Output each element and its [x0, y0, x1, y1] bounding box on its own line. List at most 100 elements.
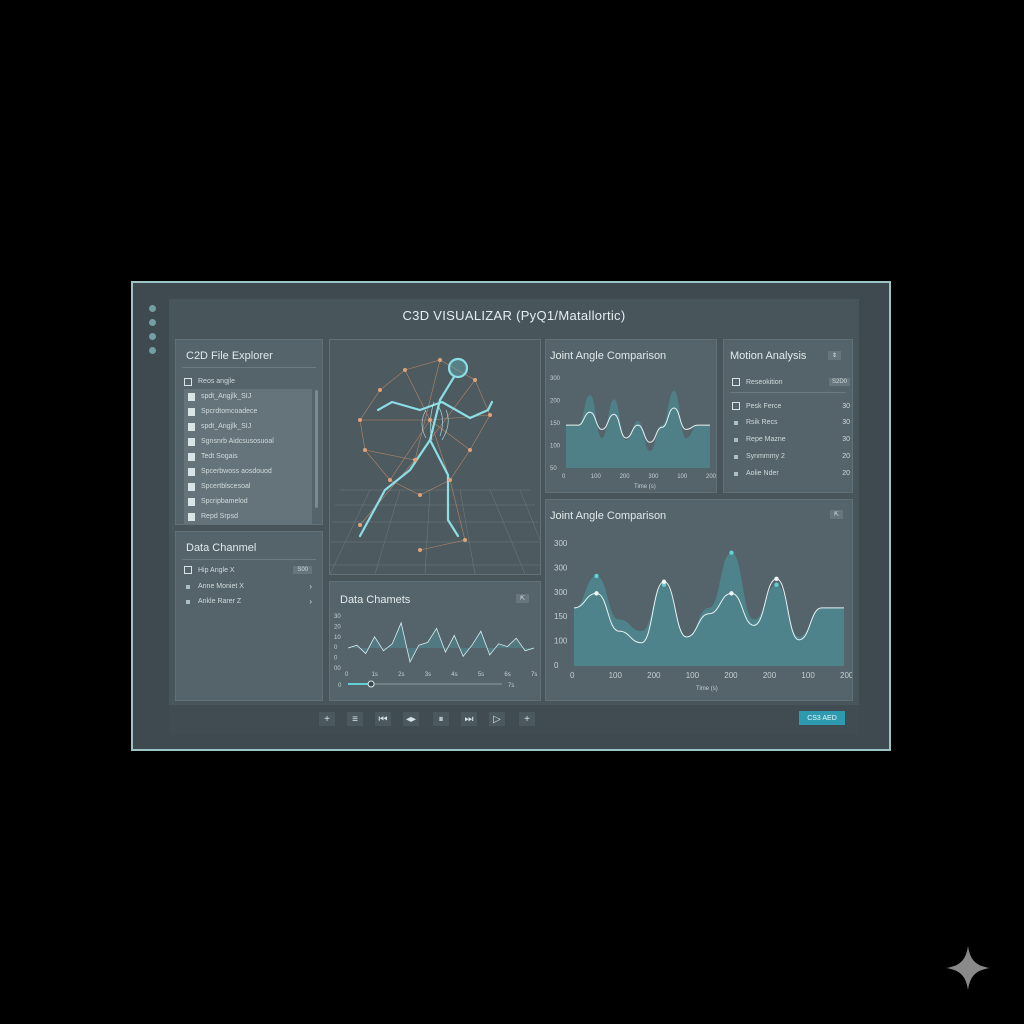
motion-row[interactable]: Repe Mazne 30	[732, 436, 850, 443]
motion-row[interactable]: Aolie Nder 20	[732, 470, 850, 477]
motion-row[interactable]: Reseokition S2D0	[732, 378, 850, 386]
y-tick-label: 300	[550, 376, 561, 382]
file-icon	[188, 497, 195, 506]
checkbox-icon[interactable]	[184, 377, 192, 386]
file-row[interactable]: Reos angjle	[184, 374, 312, 389]
playback-control-bar: + ≡ ⏮ ◂▸ ⏸ ⏭ ▷ + CS3 AED	[169, 705, 859, 735]
motion-value: 30	[842, 419, 850, 426]
peak-marker	[594, 591, 599, 596]
data-channels-chart: 3020100000 0 1s 2s 3s 4s 5s 6s 7s 0 7s	[334, 614, 537, 689]
motion-analysis-title: Motion Analysis	[730, 350, 807, 362]
window-dot-icon[interactable]	[149, 333, 156, 340]
x-tick-label: 200	[620, 474, 631, 480]
peak-marker	[594, 573, 599, 579]
file-row[interactable]: Spcrdtomcoadece	[184, 404, 312, 419]
file-icon	[188, 452, 195, 461]
y-tick-label: 300	[554, 588, 568, 597]
file-row[interactable]: Sgnsnrb Aidcsusosuoal	[184, 434, 312, 449]
chevron-right-icon[interactable]: ›	[309, 597, 312, 606]
file-list-scrollbar[interactable]	[315, 390, 318, 508]
file-label: Spcerbwoss aosdouod	[201, 468, 272, 475]
motion-value: S2D0	[828, 378, 850, 386]
file-row[interactable]: spdt_Angjlk_SIJ	[184, 389, 312, 404]
file-icon	[188, 407, 195, 416]
add-icon[interactable]: +	[319, 712, 335, 726]
joint-angle-large-panel: Joint Angle Comparison ⇱ 300 300 300 150 100…	[545, 499, 853, 701]
motion-value: 30	[842, 436, 850, 443]
file-label: Sgnsnrb Aidcsusosuoal	[201, 438, 274, 445]
motion-label: Pesk Ferce	[746, 402, 782, 410]
menu-icon[interactable]: ≡	[347, 712, 363, 726]
y-tick-label: 30	[334, 614, 341, 620]
file-icon	[188, 422, 195, 431]
y-tick-label: 150	[554, 612, 568, 621]
sort-icon[interactable]: ⇕	[828, 351, 842, 360]
file-label: Spcrdtomcoadece	[201, 408, 258, 415]
channel-row[interactable]: Ankle Rarer Z ›	[184, 597, 312, 606]
chevron-right-icon[interactable]: ›	[309, 582, 312, 591]
channel-row[interactable]: Hip Angle X S00	[184, 566, 312, 574]
motion-row[interactable]: Rsik Recs 30	[732, 419, 850, 426]
window-dot-icon[interactable]	[149, 319, 156, 326]
playback-end: 7s	[508, 683, 514, 689]
motion-label: Aolie Nder	[746, 470, 779, 477]
series-area	[348, 622, 534, 662]
skip-back-icon[interactable]: ⏮	[375, 712, 391, 726]
series-area	[574, 552, 844, 666]
checkbox-icon[interactable]	[184, 566, 192, 574]
file-explorer-panel: C2D File Explorer Reos angjle spdt_Angjlk…	[175, 339, 323, 525]
x-tick-label: 5s	[478, 672, 484, 678]
checkbox-icon[interactable]	[732, 402, 740, 410]
file-row[interactable]: spdt_Angjlk_SIJ	[184, 419, 312, 434]
x-tick-label: 100	[609, 671, 623, 680]
motion-value: 20	[842, 453, 850, 460]
x-tick-label: 200	[763, 671, 777, 680]
playback-handle-icon[interactable]	[367, 680, 375, 688]
y-tick-label: 20	[334, 624, 341, 630]
divider	[182, 559, 316, 560]
pause-icon[interactable]: ⏸	[433, 712, 449, 726]
file-label: Repd Srpsd	[201, 513, 238, 520]
window-dot-icon[interactable]	[149, 305, 156, 312]
file-row[interactable]: Tedt Sogais	[184, 449, 312, 464]
file-row[interactable]: Spcripbamelod	[184, 494, 312, 509]
motion-row[interactable]: Synmmmy 2 20	[732, 453, 850, 460]
x-tick-label: 200	[647, 671, 661, 680]
data-channels-chart-panel: Data Chamets ⇱ 30 20 10 0 0 00 0 1s 2s 3s 4s 5s 6s 7…	[329, 581, 541, 701]
peak-marker	[774, 576, 779, 582]
skeleton-viewport[interactable]	[329, 339, 541, 575]
file-explorer-title: C2D File Explorer	[186, 350, 273, 362]
export-button[interactable]: CS3 AED	[799, 711, 845, 725]
x-tick-label: 200	[724, 671, 738, 680]
file-row[interactable]: Spcerbwoss aosdouod	[184, 464, 312, 479]
divider	[730, 392, 846, 393]
checkbox-icon[interactable]	[732, 378, 740, 386]
channel-label: Hip Angle X	[198, 566, 235, 574]
joint-angle-large-chart: 3003003001501000 0 100 200 100 200 200 100 200 …	[554, 539, 852, 692]
window-dots	[149, 305, 159, 361]
file-label: spdt_Angjlk_SIJ	[201, 393, 252, 400]
step-icon[interactable]: ◂▸	[403, 712, 419, 726]
joint-angle-small-chart: 300 200 150 100 50 0 100 200 300 100 200 Time (s)	[550, 376, 716, 490]
bullet-icon	[734, 471, 738, 476]
file-label: Spcripbamelod	[201, 498, 248, 505]
x-tick-label: 0	[345, 672, 349, 678]
x-tick-label: 300	[648, 474, 659, 480]
motion-row[interactable]: Pesk Ferce 30	[732, 402, 850, 410]
skip-forward-icon[interactable]: ⏭	[461, 712, 477, 726]
file-row[interactable]: Spcertblscesoal	[184, 479, 312, 494]
window-dot-icon[interactable]	[149, 347, 156, 354]
play-icon[interactable]: ▷	[489, 712, 505, 726]
channel-row[interactable]: Anne Moniet X ›	[184, 582, 312, 591]
file-icon	[188, 512, 195, 521]
file-row[interactable]: Repd Srpsd	[184, 509, 312, 524]
peak-marker	[661, 579, 667, 584]
channel-label: Ankle Rarer Z	[198, 598, 242, 605]
divider	[182, 367, 316, 368]
motion-label: Synmmmy 2	[746, 453, 785, 460]
file-label: spdt_Angjlk_SIJ	[201, 423, 252, 430]
x-tick-label: 4s	[451, 672, 457, 678]
file-icon	[188, 482, 195, 491]
x-tick-label: 100	[686, 671, 700, 680]
add-icon[interactable]: +	[519, 712, 535, 726]
